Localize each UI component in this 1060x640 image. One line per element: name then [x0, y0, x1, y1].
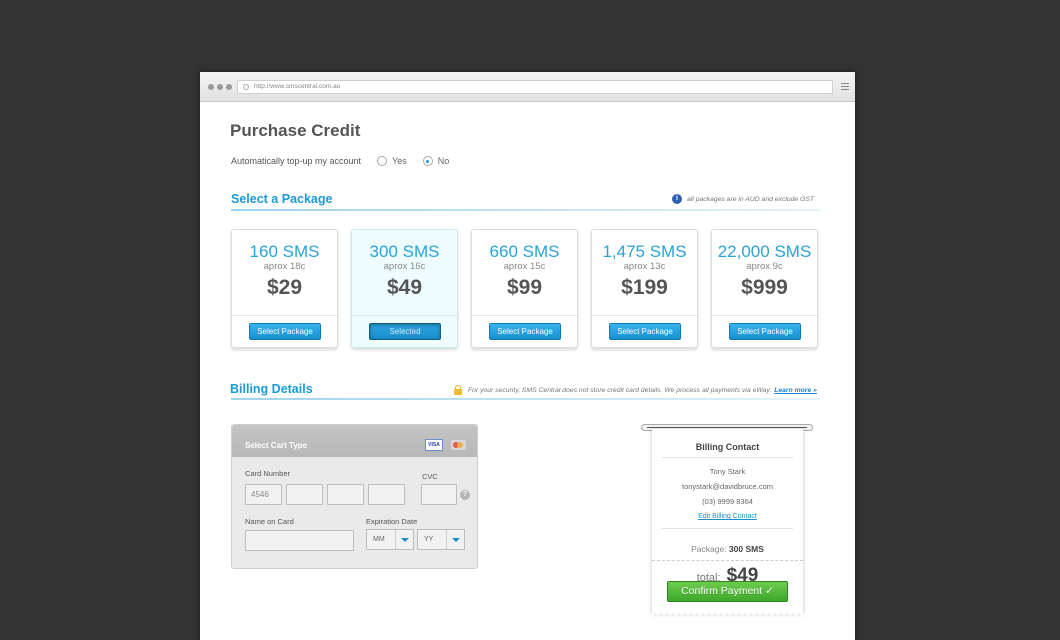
- package-price: $999: [741, 276, 788, 299]
- security-note: For your security, SMS Central does not …: [454, 385, 817, 395]
- card-number-field-4[interactable]: [368, 484, 405, 505]
- name-on-card-field[interactable]: [245, 530, 354, 551]
- package-list: 160 SMS aprox 18c $29 Select Package 300…: [231, 229, 818, 348]
- package-summary: Package: 300 SMS: [652, 544, 803, 554]
- radio-circle[interactable]: [377, 156, 388, 166]
- info-icon: i: [672, 194, 682, 204]
- billing-contact-title: Billing Contact: [695, 442, 760, 452]
- package-rate: aprox 16c: [383, 261, 426, 272]
- divider: [232, 315, 337, 316]
- divider: [662, 528, 793, 529]
- section-divider: [231, 398, 820, 400]
- select-package-button[interactable]: Select Package: [489, 323, 561, 340]
- autotopup-no-radio[interactable]: No: [422, 156, 450, 166]
- card-payment-form: Select Cart Type VISA Card Number 4546 C…: [231, 424, 478, 569]
- package-section-title: Select a Package: [231, 192, 333, 206]
- radio-label-no: No: [437, 156, 450, 166]
- year-value: YY: [424, 536, 434, 543]
- browser-toolbar: http://www.smscentral.com.au: [200, 72, 855, 102]
- expiry-month-select[interactable]: MM: [366, 529, 414, 550]
- package-card-selected[interactable]: 300 SMS aprox 16c $49 Selected: [351, 229, 458, 348]
- visa-icon[interactable]: VISA: [425, 439, 443, 451]
- reload-icon[interactable]: [243, 84, 249, 90]
- card-number-label: Card Number: [245, 469, 291, 478]
- card-type-label: Select Cart Type: [245, 441, 308, 450]
- package-sms: 300 SMS: [369, 242, 440, 261]
- select-package-button[interactable]: Select Package: [609, 323, 681, 340]
- package-price: $199: [621, 276, 668, 299]
- divider: [662, 457, 793, 458]
- autotopup-yes-radio[interactable]: Yes: [377, 156, 407, 166]
- billing-section-title: Billing Details: [230, 382, 313, 396]
- radio-circle-selected[interactable]: [422, 156, 433, 166]
- card-number-field-2[interactable]: [286, 484, 323, 505]
- divider: [352, 315, 457, 316]
- security-note-text: For your security, SMS Central does not …: [468, 386, 772, 394]
- package-card[interactable]: 22,000 SMS aprox 9c $999 Select Package: [711, 229, 818, 348]
- autotopup-row: Automatically top-up my account Yes No: [231, 156, 449, 166]
- contact-email: tonystark@davidbruce.com: [682, 482, 773, 491]
- cvc-label: CVC: [422, 472, 438, 481]
- menu-icon[interactable]: [841, 83, 849, 92]
- package-summary-label: Package:: [691, 544, 727, 554]
- billing-contact-receipt: Billing Contact Tony Stark tonystark@dav…: [652, 429, 803, 617]
- autotopup-label: Automatically top-up my account: [231, 156, 362, 166]
- learn-more-link[interactable]: Learn more »: [774, 387, 817, 394]
- expiration-label: Expiration Date: [366, 517, 418, 526]
- page-title: Purchase Credit: [230, 121, 361, 140]
- package-rate: aprox 15c: [503, 261, 546, 272]
- radio-label-yes: Yes: [392, 156, 407, 166]
- confirm-payment-button[interactable]: Confirm Payment ✓: [667, 581, 788, 602]
- lock-icon: [454, 385, 462, 395]
- package-price: $29: [266, 276, 303, 299]
- url-text: http://www.smscentral.com.au: [254, 83, 341, 90]
- address-bar[interactable]: http://www.smscentral.com.au: [237, 80, 833, 94]
- select-package-button[interactable]: Select Package: [249, 323, 321, 340]
- package-rate: aprox 13c: [623, 261, 666, 272]
- chevron-down-icon: [395, 530, 413, 549]
- divider: [592, 315, 697, 316]
- divider: [712, 315, 817, 316]
- contact-name: Tony Stark: [709, 467, 746, 476]
- help-icon[interactable]: ?: [460, 490, 470, 500]
- package-summary-value: 300 SMS: [728, 544, 764, 554]
- selected-package-button[interactable]: Selected: [369, 323, 441, 340]
- cvc-field[interactable]: [421, 484, 457, 505]
- package-price: $49: [386, 276, 423, 299]
- package-note: i all packages are in AUD and exclude GS…: [672, 194, 814, 204]
- dashed-divider: [652, 560, 803, 561]
- chevron-down-icon: [446, 530, 464, 549]
- package-rate: aprox 9c: [746, 261, 783, 272]
- package-sms: 22,000 SMS: [717, 242, 812, 261]
- package-sms: 1,475 SMS: [602, 242, 687, 261]
- month-value: MM: [373, 536, 385, 543]
- section-divider: [231, 209, 820, 211]
- edit-billing-contact-link[interactable]: Edit Billing Contact: [652, 513, 803, 520]
- select-package-button[interactable]: Select Package: [729, 323, 801, 340]
- package-card[interactable]: 660 SMS aprox 15c $99 Select Package: [471, 229, 578, 348]
- package-note-text: all packages are in AUD and exclude GST: [687, 195, 815, 203]
- package-sms: 160 SMS: [249, 242, 320, 261]
- name-on-card-label: Name on Card: [245, 517, 294, 526]
- card-number-field-1[interactable]: 4546: [245, 484, 282, 505]
- divider: [472, 315, 577, 316]
- window-controls: [208, 84, 232, 90]
- card-number-field-3[interactable]: [327, 484, 364, 505]
- card-type-header: Select Cart Type VISA: [232, 425, 477, 457]
- package-sms: 660 SMS: [489, 242, 560, 261]
- mastercard-icon[interactable]: [451, 440, 466, 450]
- expiry-year-select[interactable]: YY: [417, 529, 465, 550]
- package-card[interactable]: 1,475 SMS aprox 13c $199 Select Package: [591, 229, 698, 348]
- package-price: $99: [506, 276, 543, 299]
- package-rate: aprox 18c: [263, 261, 306, 272]
- contact-phone: (03) 9999 8364: [702, 497, 753, 506]
- package-card[interactable]: 160 SMS aprox 18c $29 Select Package: [231, 229, 338, 348]
- browser-window: http://www.smscentral.com.au Purchase Cr…: [200, 72, 855, 640]
